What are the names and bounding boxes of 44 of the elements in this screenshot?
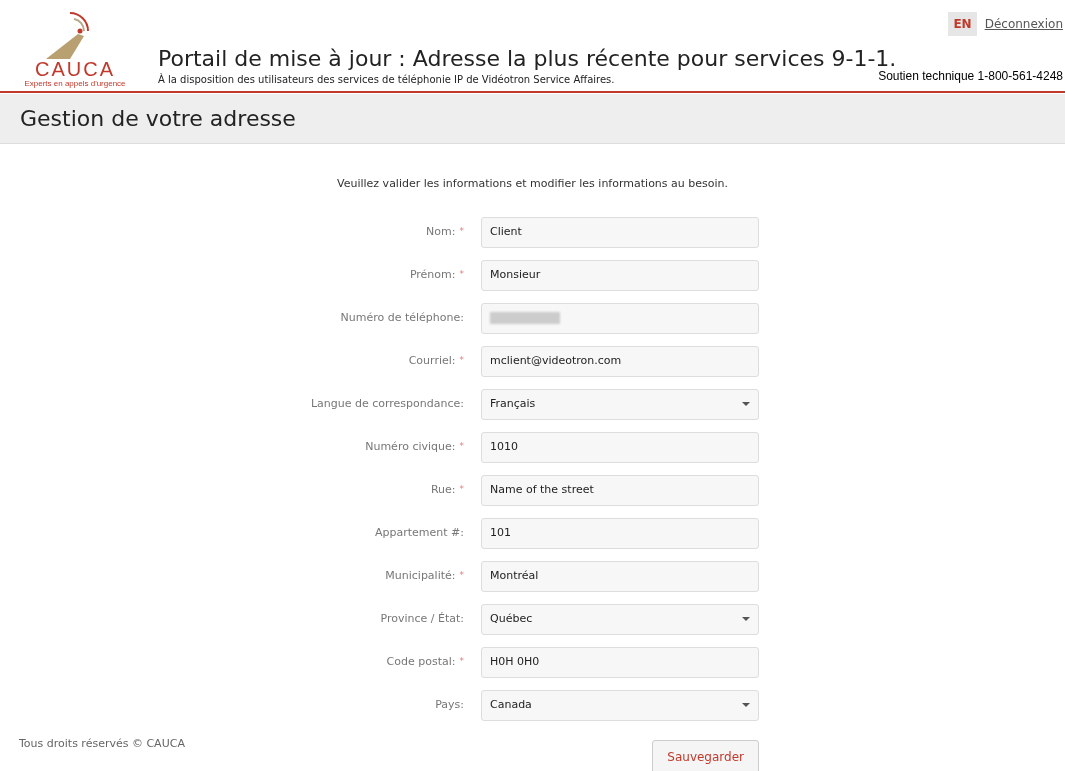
save-button[interactable]: Sauvegarder: [652, 739, 759, 771]
input-field[interactable]: 101: [481, 517, 759, 549]
required-asterisk: *: [459, 655, 464, 669]
logo-tagline: Experts en appels d'urgence: [24, 79, 126, 89]
field-label: Municipalité:: [385, 567, 456, 584]
dropdown-field[interactable]: Québec: [481, 603, 759, 635]
language-button[interactable]: EN: [948, 12, 977, 36]
field-label: Courriel:: [408, 352, 456, 369]
field-label: Code postal:: [386, 653, 456, 670]
required-asterisk: *: [459, 225, 464, 239]
required-asterisk: *: [459, 440, 464, 454]
instructions-text: Veuillez valider les informations et modifier les informations au besoin.: [336, 176, 729, 192]
caret-icon: [742, 703, 750, 707]
field-label: Appartement #:: [374, 524, 464, 541]
input-field[interactable]: Name of the street: [481, 474, 759, 506]
field-label: Numéro de téléphone:: [340, 309, 464, 326]
field-label: Nom:: [426, 223, 456, 240]
field-label: Prénom:: [409, 266, 456, 283]
portal-title: Portail de mise à jour : Adresse la plus récente pour services 9-1-1.: [158, 44, 897, 71]
required-asterisk: *: [459, 354, 464, 368]
input-field[interactable]: Client: [481, 216, 759, 248]
input-field[interactable]: mclient@videotron.com: [481, 345, 759, 377]
dropdown-field[interactable]: Canada: [481, 689, 759, 721]
required-asterisk: *: [459, 569, 464, 583]
input-field[interactable]: 1010: [481, 431, 759, 463]
input-field[interactable]: H0H 0H0: [481, 646, 759, 678]
field-label: Rue:: [430, 481, 456, 498]
copyright-text: Tous droits réservés © CAUCA: [19, 735, 185, 752]
logout-link[interactable]: Déconnexion: [984, 15, 1063, 33]
field-label: Pays:: [435, 696, 464, 713]
section-title: Gestion de votre adresse: [20, 105, 296, 133]
input-field[interactable]: Monsieur: [481, 259, 759, 291]
input-field[interactable]: Montréal: [481, 560, 759, 592]
dropdown-field[interactable]: Français: [481, 388, 759, 420]
caret-icon: [742, 402, 750, 406]
blurred-value: [490, 312, 560, 324]
required-asterisk: *: [459, 483, 464, 497]
caret-icon: [742, 617, 750, 621]
required-asterisk: *: [459, 268, 464, 282]
field-label: Numéro civique:: [365, 438, 456, 455]
logo-wordmark: CAUCA: [35, 59, 115, 79]
support-phone: Soutien technique 1-800-561-4248: [878, 68, 1063, 85]
field-label: Province / État:: [380, 610, 464, 627]
field-label: Langue de correspondance:: [310, 395, 464, 412]
